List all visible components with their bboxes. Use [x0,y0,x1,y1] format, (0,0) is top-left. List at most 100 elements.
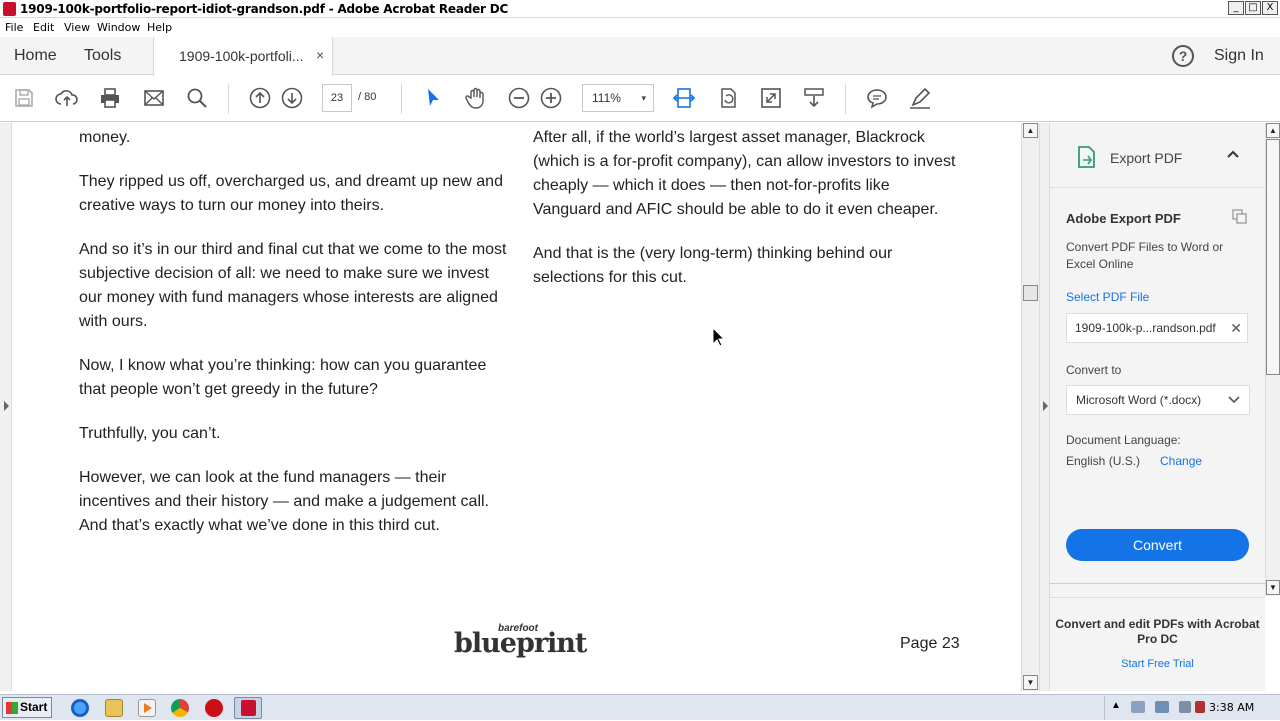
mouse-cursor-icon [712,327,726,347]
panel-scrollbar[interactable]: ▲ ▼ [1265,123,1280,596]
page-up-icon[interactable] [248,86,272,110]
close-window-button[interactable]: X [1262,1,1278,15]
toolbar-separator [845,84,846,114]
scroll-up-arrow-icon[interactable]: ▲ [1023,123,1038,138]
highlight-icon[interactable] [908,86,932,110]
internet-explorer-icon[interactable] [71,699,89,717]
toolbar-separator [401,84,402,114]
page-number-input[interactable]: 23 [322,84,352,112]
zoom-select[interactable]: 111% ▾ [582,84,654,112]
taskbar-clock[interactable]: 3:38 AM [1209,701,1254,714]
comment-icon[interactable] [865,86,889,110]
print-icon[interactable] [98,86,122,110]
selected-file-field[interactable]: 1909-100k-p...randson.pdf ✕ [1066,313,1248,343]
start-button[interactable]: Start [2,697,52,718]
save-icon[interactable] [12,86,36,110]
zoom-out-icon[interactable] [507,86,531,110]
main-toolbar: 23 / 80 111% ▾ [0,76,1280,122]
scrollbar-thumb[interactable] [1023,285,1038,301]
tab-tools[interactable]: Tools [84,47,121,65]
toolbar-separator [228,84,229,114]
paragraph: And that is the (very long-term) thinkin… [533,245,893,286]
show-hidden-icons-icon[interactable]: ▲ [1111,700,1121,711]
change-language-link[interactable]: Change [1160,454,1202,468]
window-title-bar: 1909-100k-portfolio-report-idiot-grandso… [0,0,1280,18]
left-pane-collapsed[interactable] [0,123,12,691]
menu-help[interactable]: Help [147,21,172,34]
acrobat-taskbar-button[interactable] [234,697,262,719]
menu-view[interactable]: View [64,21,90,34]
tab-document-label: 1909-100k-portfoli... [179,48,304,64]
panel-description: Convert PDF Files to Word or Excel Onlin… [1066,240,1224,271]
clear-file-icon[interactable]: ✕ [1230,314,1242,342]
panel-header[interactable]: Export PDF [1110,150,1182,166]
hand-tool-icon[interactable] [464,86,488,110]
document-viewport[interactable]: money. They ripped us off, overcharged u… [0,123,1021,691]
minimize-button[interactable]: _ [1228,1,1244,15]
page-down-icon[interactable] [280,86,304,110]
sign-in-link[interactable]: Sign In [1214,47,1264,65]
paragraph: Now, I know what you’re thinking: how ca… [79,357,487,398]
scroll-down-arrow-icon[interactable]: ▼ [1266,580,1280,595]
convert-to-select[interactable]: Microsoft Word (*.docx) [1066,385,1250,415]
chevron-down-icon: ▾ [641,93,646,103]
scroll-down-arrow-icon[interactable]: ▼ [1023,675,1038,690]
menu-edit[interactable]: Edit [33,21,54,34]
opera-icon[interactable] [205,699,223,717]
file-explorer-icon[interactable] [105,699,123,717]
scroll-mode-icon[interactable] [802,86,826,110]
acrobat-app-icon [3,2,16,16]
chrome-icon[interactable] [171,699,189,717]
chevron-down-icon [1228,386,1240,414]
email-icon[interactable] [142,86,166,110]
copy-icon[interactable] [1232,209,1248,230]
window-title: 1909-100k-portfolio-report-idiot-grandso… [20,2,509,16]
document-scrollbar[interactable]: ▲ ▼ [1021,123,1039,691]
chevron-up-icon[interactable] [1226,147,1240,164]
tab-home[interactable]: Home [14,47,57,65]
menu-file[interactable]: File [5,21,23,34]
zoom-in-icon[interactable] [539,86,563,110]
upload-icon[interactable] [55,86,79,110]
restore-button[interactable]: □ [1245,1,1261,15]
logo-big-text: blueprint [454,628,587,659]
close-tab-icon[interactable]: × [316,47,324,63]
page-total: / 80 [358,91,377,103]
select-pdf-file-link[interactable]: Select PDF File [1066,290,1149,304]
scrollbar-thumb[interactable] [1266,139,1280,375]
security-shield-icon[interactable] [1195,701,1205,713]
paragraph: And so it’s in our third and final cut t… [79,241,507,330]
divider [1050,597,1265,598]
help-icon[interactable]: ? [1172,45,1194,67]
start-label: Start [20,700,48,714]
zoom-value: 111% [592,91,621,105]
media-player-icon[interactable] [138,699,156,717]
fit-width-icon[interactable] [672,86,696,110]
scroll-up-arrow-icon[interactable]: ▲ [1266,123,1280,138]
start-free-trial-link[interactable]: Start Free Trial [1050,658,1265,670]
doc-language-label: Document Language: [1066,433,1181,447]
panel-title: Adobe Export PDF [1066,211,1181,226]
network-icon[interactable] [1155,701,1169,713]
convert-to-label: Convert to [1066,363,1122,377]
doc-language-value: English (U.S.) [1066,454,1141,468]
right-pane-toggle[interactable] [1039,123,1050,691]
page-footer-label: Page 23 [900,635,960,652]
menu-window[interactable]: Window [97,21,140,34]
action-center-icon[interactable] [1131,701,1145,713]
tab-document[interactable]: 1909-100k-portfoli... × [153,37,333,76]
divider [1050,583,1265,584]
convert-to-value: Microsoft Word (*.docx) [1076,393,1202,407]
paragraph: After all, if the world’s largest asset … [533,129,956,218]
panel-bottom-blank [1265,596,1280,691]
right-text-column: After all, if the world’s largest asset … [533,126,958,310]
convert-button[interactable]: Convert [1066,529,1249,561]
select-tool-icon[interactable] [421,86,445,110]
search-icon[interactable] [185,86,209,110]
divider [1050,187,1265,188]
fullscreen-icon[interactable] [759,86,783,110]
volume-icon[interactable] [1179,701,1191,713]
menu-bar: File Edit View Window Help [0,19,1280,37]
rotate-icon[interactable] [716,86,740,110]
left-text-column: money. They ripped us off, overcharged u… [79,126,509,558]
